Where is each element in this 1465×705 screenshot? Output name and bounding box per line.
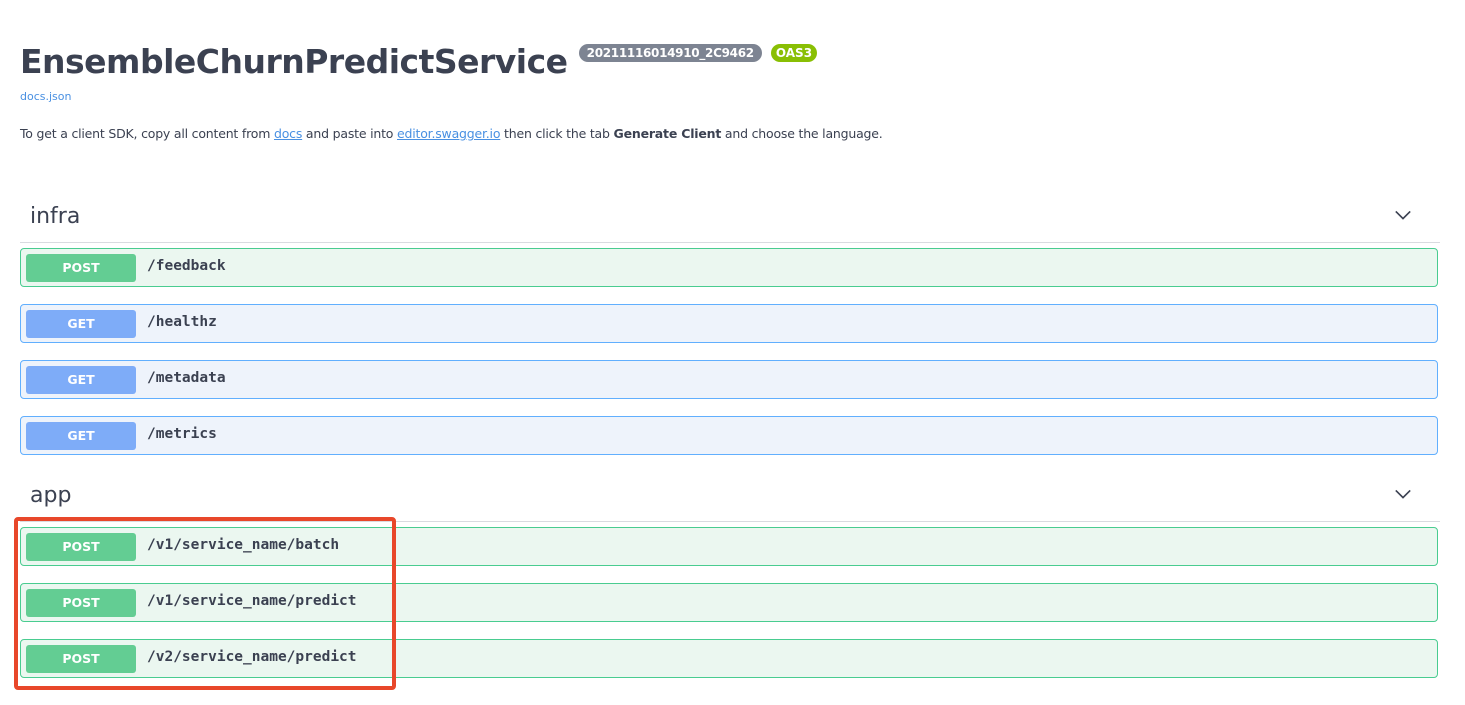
chevron-down-icon[interactable] [1394,485,1412,503]
generate-client-text: Generate Client [613,126,722,141]
operation-path: /metadata [147,370,226,386]
operation-get-healthz[interactable]: GET /healthz [20,304,1438,343]
swagger-editor-link[interactable]: editor.swagger.io [397,126,500,141]
operation-path: /feedback [147,258,226,274]
operation-path: /healthz [147,314,217,330]
version-badge: 20211116014910_2C9462 [578,44,762,62]
operation-path: /v2/service_name/predict [147,649,357,665]
oas-badge: OAS3 [770,44,818,62]
operation-post-v2-predict[interactable]: POST /v2/service_name/predict [20,639,1438,678]
title-row: EnsembleChurnPredictService 202111160149… [20,38,818,88]
operation-path: /v1/service_name/batch [147,537,340,553]
operation-path: /v1/service_name/predict [147,593,357,609]
description: To get a client SDK, copy all content fr… [20,126,883,141]
description-text: then click the tab [500,126,614,141]
operation-post-v1-predict[interactable]: POST /v1/service_name/predict [20,583,1438,622]
method-badge: GET [26,366,136,394]
operation-path: /metrics [147,426,217,442]
description-text: and choose the language. [721,126,883,141]
method-badge: POST [26,254,136,282]
operation-get-metrics[interactable]: GET /metrics [20,416,1438,455]
method-badge: POST [26,645,136,673]
operation-get-metadata[interactable]: GET /metadata [20,360,1438,399]
description-text: and paste into [302,126,398,141]
tag-header-app[interactable]: app [20,477,1440,522]
operation-post-feedback[interactable]: POST /feedback [20,248,1438,287]
operation-post-v1-batch[interactable]: POST /v1/service_name/batch [20,527,1438,566]
docs-json-link[interactable]: docs.json [20,90,71,103]
tag-name: infra [30,204,81,229]
method-badge: POST [26,533,136,561]
method-badge: GET [26,310,136,338]
tag-header-infra[interactable]: infra [20,198,1440,243]
chevron-down-icon[interactable] [1394,206,1412,224]
page-title: EnsembleChurnPredictService [20,42,568,81]
method-badge: POST [26,589,136,617]
docs-link[interactable]: docs [274,126,302,141]
tag-name: app [30,483,72,508]
description-text: To get a client SDK, copy all content fr… [20,126,274,141]
method-badge: GET [26,422,136,450]
